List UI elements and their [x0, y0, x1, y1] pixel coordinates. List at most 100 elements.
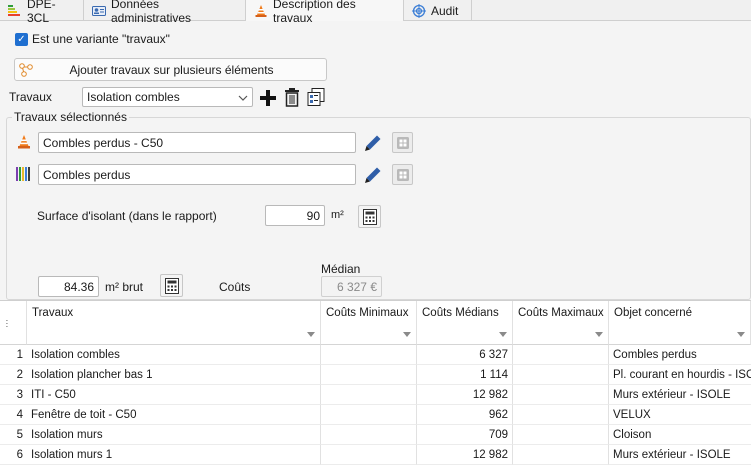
calculator-button-brut[interactable] [160, 274, 183, 297]
dropdown-arrow-icon[interactable] [737, 332, 745, 337]
edit-item-1-button[interactable] [362, 132, 383, 153]
cell-travaux[interactable]: Isolation murs 1 [27, 445, 321, 465]
table-row[interactable]: 4 Fenêtre de toit - C50 962 VELUX [0, 405, 751, 425]
cell-min[interactable] [321, 405, 417, 425]
dropdown-arrow-icon[interactable] [307, 332, 315, 337]
cell-travaux[interactable]: Isolation plancher bas 1 [27, 365, 321, 385]
cell-max[interactable] [513, 425, 609, 445]
cell-max[interactable] [513, 405, 609, 425]
cell-travaux[interactable]: Isolation combles [27, 345, 321, 365]
travaux-select[interactable]: Isolation combles [82, 87, 253, 107]
cell-travaux[interactable]: ITI - C50 [27, 385, 321, 405]
cell-max[interactable] [513, 445, 609, 465]
median-cost-field: 6 327 € [321, 276, 382, 297]
cell-med[interactable]: 962 [417, 405, 513, 425]
cell-min[interactable] [321, 385, 417, 405]
energy-rating-icon [8, 4, 22, 18]
traffic-cone-icon [254, 4, 268, 18]
cell-med[interactable]: 6 327 [417, 345, 513, 365]
cell-med[interactable]: 12 982 [417, 385, 513, 405]
add-works-multiple-button[interactable]: Ajouter travaux sur plusieurs éléments [14, 58, 327, 81]
row-number: 1 [0, 345, 27, 365]
table-row[interactable]: 2 Isolation plancher bas 1 1 114 Pl. cou… [0, 365, 751, 385]
cell-min[interactable] [321, 365, 417, 385]
target-icon [412, 3, 426, 18]
brut-unit: m² brut [105, 280, 144, 294]
grid-icon [396, 136, 409, 149]
column-header-objet-concerne[interactable]: Objet concerné [609, 301, 751, 345]
cell-min[interactable] [321, 445, 417, 465]
tab-donnees-administratives[interactable]: Données administratives [84, 0, 246, 25]
table-row[interactable]: 5 Isolation murs 709 Cloison [0, 425, 751, 445]
cell-objet[interactable]: Murs extérieur - ISOLE [609, 445, 751, 465]
calculator-icon [362, 208, 377, 225]
copy-travaux-button[interactable] [306, 87, 326, 107]
add-works-multiple-label: Ajouter travaux sur plusieurs éléments [69, 63, 274, 77]
selected-item-1-value: Combles perdus - C50 [43, 135, 164, 150]
tab-description-des-travaux[interactable]: Description des travaux [246, 0, 404, 25]
variant-checkbox-label: Est une variante "travaux" [32, 32, 170, 46]
cell-med[interactable]: 709 [417, 425, 513, 445]
ellipsis-icon: ⋯ [2, 319, 12, 328]
add-travaux-button[interactable] [258, 88, 278, 108]
column-header-travaux[interactable]: Travaux [27, 301, 321, 345]
cell-max[interactable] [513, 365, 609, 385]
cell-travaux[interactable]: Isolation murs [27, 425, 321, 445]
table-row[interactable]: 1 Isolation combles 6 327 Combles perdus [0, 345, 751, 365]
tab-dpe-3cl[interactable]: DPE-3CL [0, 0, 84, 25]
variant-checkbox[interactable]: ✓ [15, 32, 28, 46]
tab-audit[interactable]: Audit [404, 0, 472, 21]
surface-label: Surface d'isolant (dans le rapport) [37, 209, 217, 223]
dropdown-arrow-icon[interactable] [499, 332, 507, 337]
cell-max[interactable] [513, 385, 609, 405]
cell-med[interactable]: 12 982 [417, 445, 513, 465]
cell-objet[interactable]: Pl. courant en hourdis - ISOLE [609, 365, 751, 385]
calculator-icon [164, 277, 179, 294]
calculator-button-surface[interactable] [358, 205, 381, 228]
selected-item-2-field[interactable]: Combles perdus [38, 164, 356, 185]
variant-checkbox-row[interactable]: ✓ Est une variante "travaux" [15, 32, 170, 46]
cell-med[interactable]: 1 114 [417, 365, 513, 385]
brut-input[interactable]: 84.36 [38, 276, 99, 297]
row-number: 5 [0, 425, 27, 445]
dropdown-arrow-icon[interactable] [403, 332, 411, 337]
pencil-icon [364, 135, 380, 151]
cell-travaux[interactable]: Fenêtre de toit - C50 [27, 405, 321, 425]
plus-icon [260, 90, 276, 106]
median-label: Médian [321, 262, 361, 276]
travaux-select-value: Isolation combles [87, 90, 180, 104]
row-number: 4 [0, 405, 27, 425]
tab-label: Données administratives [111, 0, 192, 25]
delete-travaux-button[interactable] [283, 87, 301, 107]
surface-unit: m² [331, 209, 344, 221]
cell-max[interactable] [513, 345, 609, 365]
row-number: 3 [0, 385, 27, 405]
selected-works-title: Travaux sélectionnés [12, 110, 129, 124]
edit-item-2-button[interactable] [362, 164, 383, 185]
dropdown-arrow-icon[interactable] [595, 332, 603, 337]
view-item-1-button[interactable] [392, 132, 413, 153]
chevron-down-icon [238, 90, 248, 104]
column-header-couts-maximaux[interactable]: Coûts Maximaux [513, 301, 609, 345]
tab-label: Description des travaux [273, 0, 356, 25]
selected-item-1-field[interactable]: Combles perdus - C50 [38, 132, 356, 153]
brut-value: 84.36 [63, 279, 94, 294]
cell-min[interactable] [321, 425, 417, 445]
column-header-couts-minimaux[interactable]: Coûts Minimaux [321, 301, 417, 345]
cell-objet[interactable]: Cloison [609, 425, 751, 445]
row-number: 2 [0, 365, 27, 385]
table-row[interactable]: 3 ITI - C50 12 982 Murs extérieur - ISOL… [0, 385, 751, 405]
tab-label: Audit [431, 3, 459, 18]
wall-layers-icon [16, 166, 30, 185]
table-row[interactable]: 6 Isolation murs 1 12 982 Murs extérieur… [0, 445, 751, 465]
cell-min[interactable] [321, 345, 417, 365]
surface-input[interactable]: 90 [265, 205, 325, 226]
cell-objet[interactable]: VELUX [609, 405, 751, 425]
trash-icon [285, 88, 299, 107]
view-item-2-button[interactable] [392, 164, 413, 185]
traffic-cone-icon [16, 134, 32, 153]
cell-objet[interactable]: Combles perdus [609, 345, 751, 365]
column-header-couts-medians[interactable]: Coûts Médians [417, 301, 513, 345]
cell-objet[interactable]: Murs extérieur - ISOLE [609, 385, 751, 405]
surface-value: 90 [306, 208, 320, 223]
